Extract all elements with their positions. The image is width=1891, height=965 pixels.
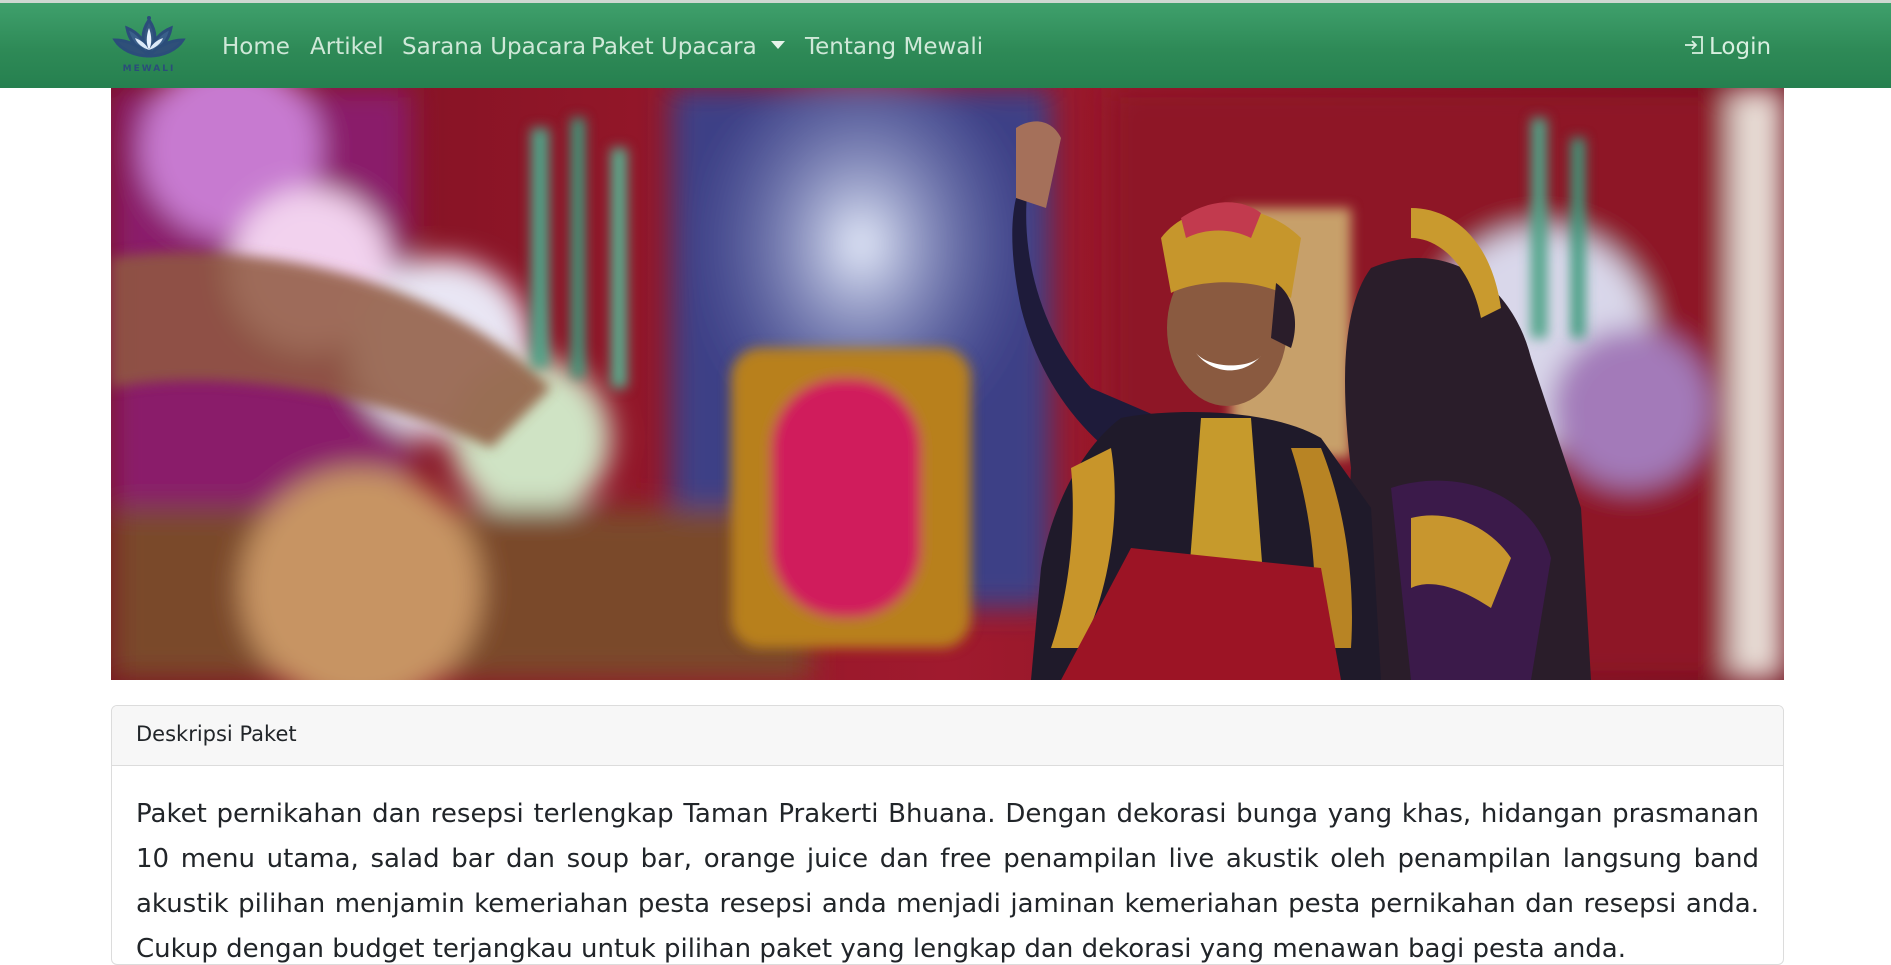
login-label: Login [1709, 34, 1772, 60]
caret-down-icon [770, 41, 785, 49]
login-icon [1685, 36, 1703, 54]
package-description-card: Deskripsi Paket Paket pernikahan dan res… [111, 705, 1784, 965]
wedding-photo [111, 88, 1784, 680]
nav-paket-upacara-dropdown[interactable]: Paket Upacara [591, 34, 785, 60]
hero-image [111, 88, 1784, 680]
nav-home[interactable]: Home [222, 34, 290, 60]
navbar: MEWALI Home Artikel Sarana Upacara Paket… [0, 0, 1891, 88]
nav-tentang-mewali[interactable]: Tentang Mewali [805, 34, 983, 60]
nav-paket-label: Paket Upacara [591, 34, 757, 60]
card-header: Deskripsi Paket [112, 706, 1783, 766]
lotus-icon [112, 16, 186, 58]
nav-artikel[interactable]: Artikel [310, 34, 384, 60]
nav-sarana-upacara[interactable]: Sarana Upacara [402, 34, 586, 60]
login-link[interactable]: Login [1683, 34, 1771, 60]
mewali-logo[interactable]: MEWALI [111, 14, 187, 78]
logo-text: MEWALI [122, 64, 176, 74]
package-description-text: Paket pernikahan dan resepsi terlengkap … [136, 799, 1759, 964]
